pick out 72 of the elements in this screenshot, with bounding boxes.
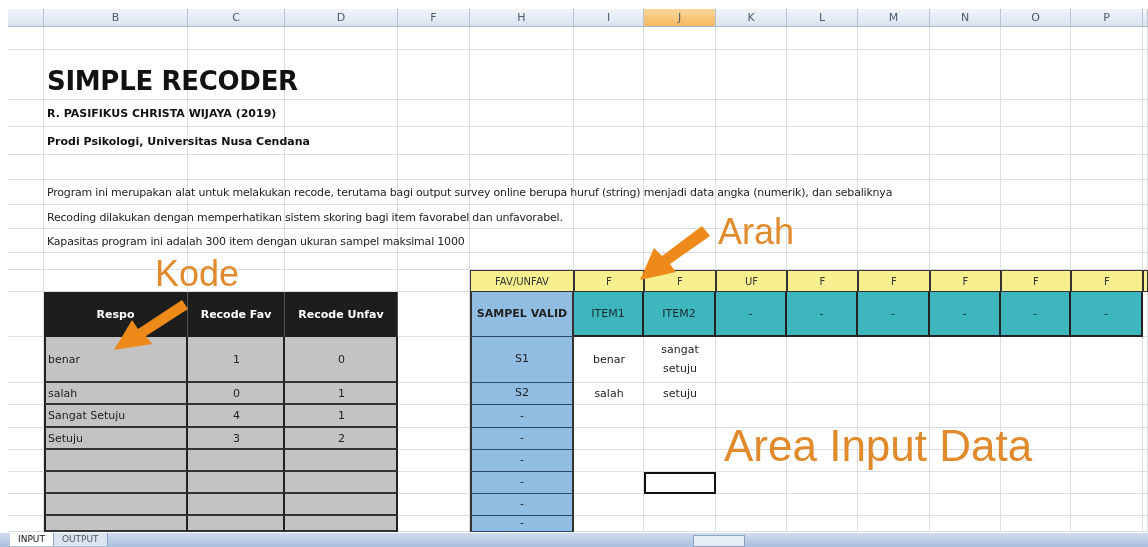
column-header[interactable]: C xyxy=(188,9,285,27)
table-cell xyxy=(1143,270,1148,292)
active-cell[interactable] xyxy=(644,472,716,494)
annotation-label: Area Input Data xyxy=(724,424,1033,468)
affiliation-text: Prodi Psikologi, Universitas Nusa Cendana xyxy=(46,133,310,150)
table-cell: 2 xyxy=(285,428,398,450)
column-header[interactable]: B xyxy=(44,9,188,27)
table-cell: Sangat Setuju xyxy=(44,405,188,428)
table-cell: - xyxy=(470,405,574,428)
table-header-cell: SAMPEL VALID xyxy=(470,292,574,337)
table-cell: 1 xyxy=(285,383,398,405)
column-header[interactable]: K xyxy=(716,9,787,27)
table-header-cell: - xyxy=(1001,292,1071,337)
table-header-cell: - xyxy=(858,292,930,337)
table-cell: F xyxy=(858,270,930,292)
table-header-cell: Recode Fav xyxy=(188,292,285,337)
description-text: Recoding dilakukan dengan memperhatikan sistem skoring bagi item favorabel dan unfavorabel. xyxy=(46,209,563,226)
sheet-title: SIMPLE RECODER xyxy=(46,65,298,98)
table-cell: 3 xyxy=(188,428,285,450)
column-header[interactable]: L xyxy=(787,9,858,27)
column-header[interactable]: J xyxy=(644,9,716,27)
table-cell: - xyxy=(470,428,574,450)
table-cell: - xyxy=(470,472,574,494)
sheet-tab[interactable]: OUTPUT xyxy=(53,533,108,546)
column-header[interactable]: F xyxy=(398,9,470,27)
table-cell: 4 xyxy=(188,405,285,428)
column-header[interactable]: M xyxy=(858,9,930,27)
table-cell: F xyxy=(930,270,1001,292)
table-cell: F xyxy=(787,270,858,292)
column-header[interactable]: I xyxy=(574,9,644,27)
table-cell: - xyxy=(470,450,574,472)
annotation-label: Arah xyxy=(718,214,795,250)
description-text: Kapasitas program ini adalah 300 item dengan ukuran sampel maksimal 1000 xyxy=(46,233,465,250)
table-header-cell: Recode Unfav xyxy=(285,292,398,337)
table-cell: S2 xyxy=(470,383,574,405)
column-header[interactable]: P xyxy=(1071,9,1143,27)
table-cell: 1 xyxy=(285,405,398,428)
author-text: R. PASIFIKUS CHRISTA WIJAYA (2019) xyxy=(46,106,277,122)
column-header[interactable]: N xyxy=(930,9,1001,27)
column-header[interactable]: O xyxy=(1001,9,1071,27)
column-header[interactable] xyxy=(8,9,44,27)
table-header-cell: - xyxy=(787,292,858,337)
table-cell: 0 xyxy=(285,337,398,383)
table-header-cell: ITEM2 xyxy=(644,292,716,337)
table-cell-text: benar xyxy=(592,351,626,368)
description-text: Program ini merupakan alat untuk melakukan recode, terutama bagi output survey online berupa huruf (string) menjadi data angka (numerik), dan sebaliknya xyxy=(46,185,893,201)
column-header[interactable]: D xyxy=(285,9,398,27)
table-header-cell: - xyxy=(1071,292,1143,337)
table-cell: S1 xyxy=(470,337,574,383)
table-cell: F xyxy=(1001,270,1071,292)
table-cell: 1 xyxy=(188,337,285,383)
column-header[interactable]: H xyxy=(470,9,574,27)
annotation-label: Kode xyxy=(155,256,240,292)
table-cell: F xyxy=(1071,270,1143,292)
table-cell: Setuju xyxy=(44,428,188,450)
table-cell: 0 xyxy=(188,383,285,405)
table-cell: salah xyxy=(44,383,188,405)
scrollbar[interactable] xyxy=(692,535,745,547)
table-cell: FAV/UNFAV xyxy=(470,270,574,292)
table-cell-text: salah xyxy=(593,385,625,402)
column-header[interactable] xyxy=(1143,9,1148,27)
table-header-cell: - xyxy=(716,292,787,337)
table-cell-text: setuju xyxy=(662,385,698,402)
table-cell: - xyxy=(470,516,574,532)
table-cell: - xyxy=(470,494,574,516)
table-header-cell: - xyxy=(930,292,1001,337)
table-cell-text: sangat setuju xyxy=(660,342,700,377)
table-header-cell: ITEM1 xyxy=(574,292,644,337)
table-cell: UF xyxy=(716,270,787,292)
table-cell: F xyxy=(574,270,644,292)
table-cell: benar xyxy=(44,337,188,383)
sheet-tab[interactable]: INPUT xyxy=(10,533,54,546)
